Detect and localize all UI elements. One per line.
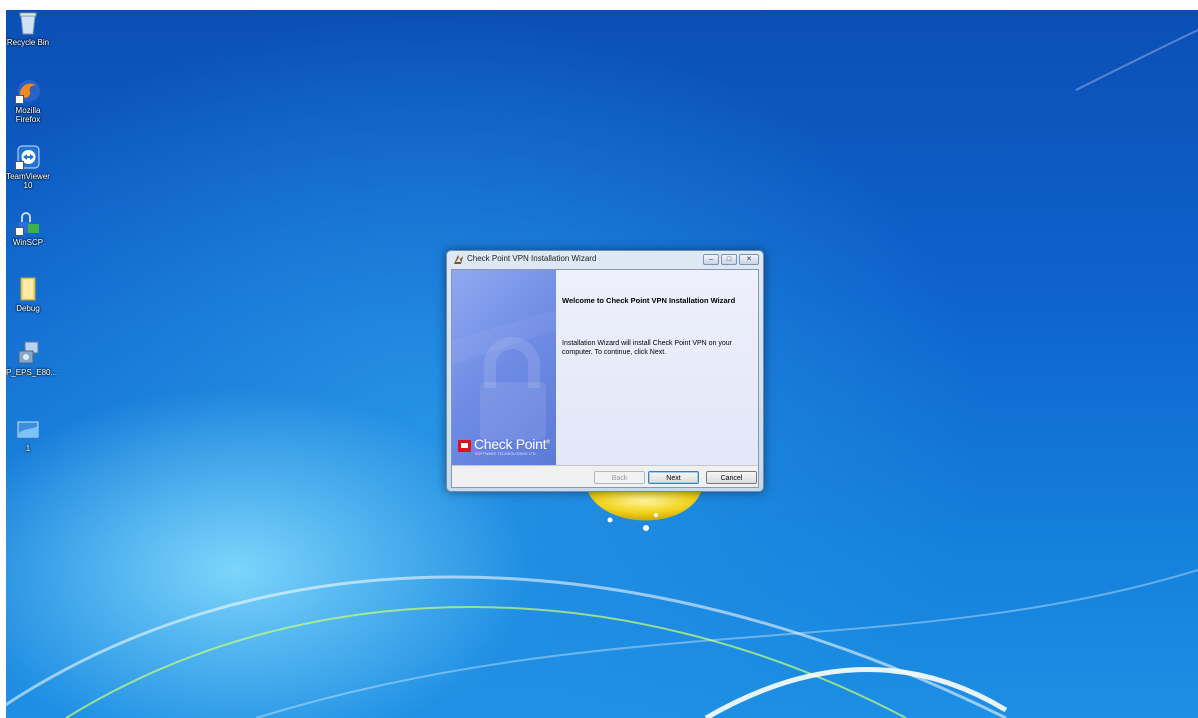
desktop-icon-recycle-bin[interactable]: Recycle Bin (6, 10, 50, 47)
installation-wizard-dialog: Check Point VPN Installation Wizard – □ … (446, 250, 764, 492)
firefox-icon (15, 78, 41, 104)
check-point-logo-icon (458, 440, 471, 452)
wallpaper-swoosh (65, 606, 907, 718)
desktop-icon-label: Recycle Bin (6, 38, 50, 47)
image-file-icon (15, 416, 41, 442)
desktop-icon-winscp[interactable]: WinSCP (6, 210, 50, 247)
check-point-logo: Check Point® (474, 436, 550, 452)
desktop-icon-label: Mozilla Firefox (15, 106, 41, 124)
installer-icon (15, 340, 41, 366)
desktop-icon-label: WinSCP (12, 238, 44, 247)
recycle-bin-icon (15, 10, 41, 36)
wizard-banner: Check Point® SOFTWARE TECHNOLOGIES LTD. (452, 270, 556, 465)
desktop-icon-debug-folder[interactable]: Debug (6, 276, 50, 313)
welcome-body-text: Installation Wizard will install Check P… (562, 340, 733, 356)
shortcut-arrow-icon (15, 95, 24, 104)
folder-icon (15, 276, 41, 302)
back-button[interactable]: Back (594, 471, 645, 484)
logo-subtext: SOFTWARE TECHNOLOGIES LTD. (475, 452, 537, 456)
sparkle (654, 513, 658, 517)
desktop-icon-teamviewer[interactable]: TeamViewer 10 (6, 144, 50, 190)
button-bar: Back Next Cancel (452, 465, 758, 487)
maximize-button[interactable]: □ (721, 254, 737, 265)
shortcut-arrow-icon (15, 161, 24, 170)
shortcut-arrow-icon (15, 227, 24, 236)
dialog-client-area: Check Point® SOFTWARE TECHNOLOGIES LTD. … (451, 269, 759, 488)
wallpaper-swoosh (1075, 29, 1198, 91)
teamviewer-icon (15, 144, 41, 170)
desktop-icon-label: P_EPS_E80... (6, 368, 58, 377)
window-title: Check Point VPN Installation Wizard (467, 254, 597, 263)
maximize-icon: □ (726, 256, 732, 263)
close-button[interactable]: ✕ (739, 254, 759, 265)
desktop-icon-label: TeamViewer 10 (6, 172, 50, 190)
flower-petals (588, 492, 701, 521)
minimize-icon: – (709, 256, 713, 263)
desktop-icon-firefox[interactable]: Mozilla Firefox (6, 78, 50, 124)
title-bar[interactable]: Check Point VPN Installation Wizard – □ … (447, 251, 763, 268)
logo-wordmark: Check Point (474, 436, 547, 452)
welcome-heading: Welcome to Check Point VPN Installation … (562, 296, 736, 305)
wizard-content: Welcome to Check Point VPN Installation … (556, 270, 758, 465)
desktop-icon-installer[interactable]: P_EPS_E80... (6, 340, 58, 377)
sparkle (643, 525, 649, 531)
desktop-icon-label: Debug (16, 304, 40, 313)
next-button[interactable]: Next (648, 471, 699, 484)
winscp-icon (15, 210, 41, 236)
desktop-icon-label: 1 (25, 444, 31, 453)
desktop-icon-image-1[interactable]: 1 (6, 416, 50, 453)
wizard-app-icon (454, 255, 463, 264)
sparkle (607, 517, 613, 523)
wallpaper-swoosh (6, 575, 1007, 718)
close-icon: ✕ (746, 256, 752, 263)
logo-trademark: ® (546, 439, 550, 446)
minimize-button[interactable]: – (703, 254, 719, 265)
cancel-button[interactable]: Cancel (706, 471, 757, 484)
